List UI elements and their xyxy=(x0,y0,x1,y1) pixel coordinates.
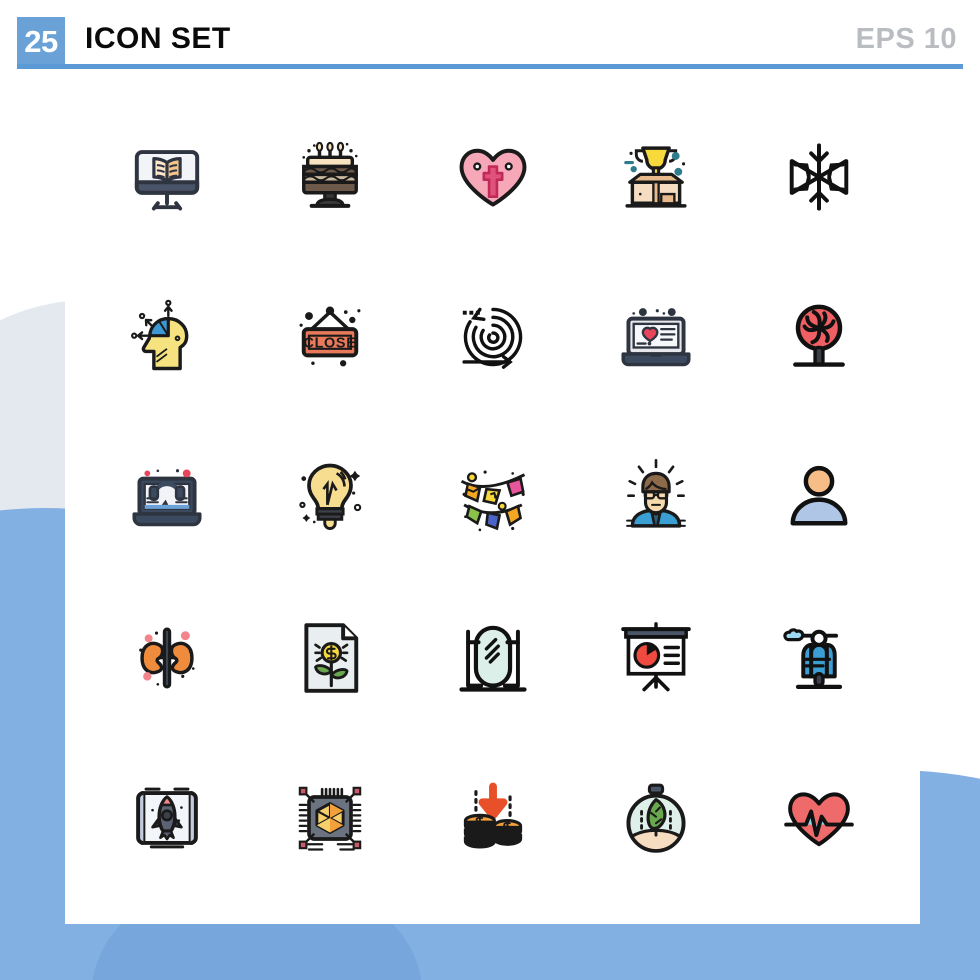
icon-cell-online-book-monitor[interactable] xyxy=(85,97,248,257)
spiral-loop-arrows-icon xyxy=(451,295,535,379)
mind-expansion-head-icon xyxy=(125,295,209,379)
icon-cell-coins-decrease[interactable] xyxy=(411,738,574,898)
presentation-chart-icon xyxy=(614,616,698,700)
icon-grid: CLOSE xyxy=(65,69,920,924)
party-bunting-icon xyxy=(451,455,535,539)
trophy-box-icon xyxy=(614,135,698,219)
light-bulb-icon xyxy=(288,455,372,539)
lollipop-icon xyxy=(777,295,861,379)
coins-decrease-icon xyxy=(451,776,535,860)
birthday-cake-icon xyxy=(288,135,372,219)
icon-cell-lollipop[interactable] xyxy=(737,257,900,417)
heartbeat-icon xyxy=(777,776,861,860)
icon-cell-birthday-cake[interactable] xyxy=(248,97,411,257)
icon-cell-spiral-loop-arrows[interactable] xyxy=(411,257,574,417)
icon-set-page: 25 ICON SET EPS 10 CLOSE xyxy=(0,0,980,980)
page-title: ICON SET xyxy=(85,22,231,55)
icon-cell-bio-flask-leaf[interactable] xyxy=(574,738,737,898)
icon-cell-kidneys[interactable] xyxy=(85,578,248,738)
close-sign-icon: CLOSE xyxy=(288,295,372,379)
user-avatar-icon xyxy=(777,455,861,539)
icon-cell-snowflake[interactable] xyxy=(737,97,900,257)
online-book-monitor-icon xyxy=(125,135,209,219)
processor-chip-icon xyxy=(288,776,372,860)
scooter-icon xyxy=(777,616,861,700)
icon-cell-heart-cross[interactable] xyxy=(411,97,574,257)
standing-mirror-icon xyxy=(451,616,535,700)
icon-cell-heartbeat[interactable] xyxy=(737,738,900,898)
icon-cell-close-sign[interactable]: CLOSE xyxy=(248,257,411,417)
icon-cell-trophy-box[interactable] xyxy=(574,97,737,257)
snowflake-icon xyxy=(777,135,861,219)
kidneys-icon xyxy=(125,616,209,700)
rocket-blueprint-icon xyxy=(125,776,209,860)
icon-cell-scooter[interactable] xyxy=(737,578,900,738)
icon-cell-party-bunting[interactable] xyxy=(411,417,574,577)
laptop-headphones-icon xyxy=(125,455,209,539)
icon-cell-laptop-heart[interactable] xyxy=(574,257,737,417)
icon-cell-light-bulb[interactable] xyxy=(248,417,411,577)
page-header: 25 ICON SET EPS 10 xyxy=(0,0,980,72)
icon-cell-businessman-glasses[interactable] xyxy=(574,417,737,577)
icon-cell-money-plant-document[interactable] xyxy=(248,578,411,738)
heart-cross-icon xyxy=(451,135,535,219)
header-divider xyxy=(17,64,963,69)
icon-cell-laptop-headphones[interactable] xyxy=(85,417,248,577)
icon-cell-processor-chip[interactable] xyxy=(248,738,411,898)
icon-cell-rocket-blueprint[interactable] xyxy=(85,738,248,898)
icon-cell-presentation-chart[interactable] xyxy=(574,578,737,738)
icon-cell-mind-expansion-head[interactable] xyxy=(85,257,248,417)
businessman-glasses-icon xyxy=(614,455,698,539)
icon-count-badge: 25 xyxy=(17,17,65,66)
svg-text:CLOSE: CLOSE xyxy=(303,336,356,352)
icon-cell-user-avatar[interactable] xyxy=(737,417,900,577)
bio-flask-leaf-icon xyxy=(614,776,698,860)
icon-cell-standing-mirror[interactable] xyxy=(411,578,574,738)
laptop-heart-icon xyxy=(614,295,698,379)
money-plant-document-icon xyxy=(288,616,372,700)
icon-grid-card: CLOSE xyxy=(65,69,920,924)
eps-version-label: EPS 10 xyxy=(855,23,957,55)
